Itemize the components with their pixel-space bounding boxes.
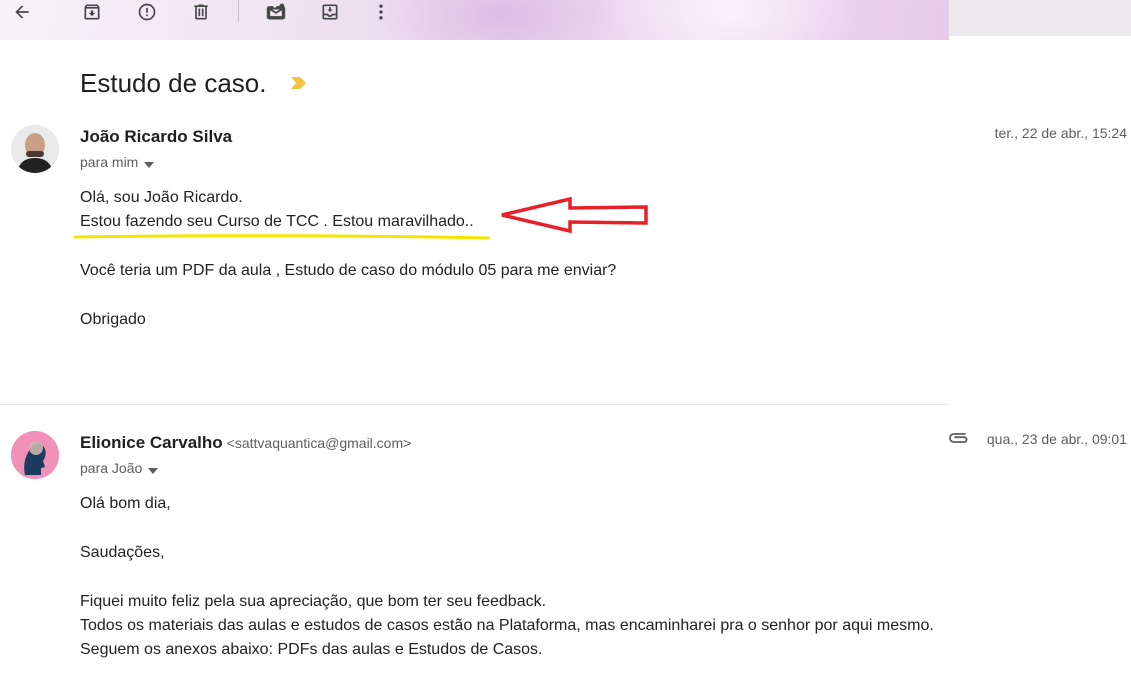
avatar[interactable]: [11, 125, 59, 173]
archive-icon[interactable]: [78, 0, 106, 24]
message-body-line: Obrigado: [80, 311, 146, 328]
recipient-details[interactable]: para João: [80, 460, 159, 477]
thread-subject: Estudo de caso.: [80, 68, 267, 98]
mark-unread-icon[interactable]: [262, 0, 290, 24]
recipient-label: para João: [80, 460, 143, 476]
message-body-line: Você teria um PDF da aula , Estudo de ca…: [80, 262, 617, 279]
importance-marker-icon[interactable]: [291, 76, 307, 90]
toolbar-separator: [238, 0, 239, 22]
sender-name[interactable]: Elionice Carvalho: [80, 433, 223, 452]
avatar[interactable]: [11, 431, 59, 479]
delete-icon[interactable]: [187, 0, 215, 24]
message-body-line: Olá, sou João Ricardo.: [80, 189, 243, 206]
back-arrow-icon[interactable]: [8, 0, 36, 24]
chevron-down-icon[interactable]: [144, 155, 155, 171]
toolbar-right-area: [949, 0, 1131, 36]
highlight-underline: [73, 234, 491, 240]
more-vert-icon[interactable]: [367, 0, 395, 24]
recipient-label: para mim: [80, 154, 139, 170]
message-date: ter., 22 de abr., 15:24: [994, 125, 1127, 141]
message-body-line: Todos os materiais das aulas e estudos d…: [80, 617, 934, 634]
message-body-line: Seguem os anexos abaixo: PDFs das aulas …: [80, 641, 543, 658]
message-sender[interactable]: João Ricardo Silva: [80, 127, 232, 147]
chevron-down-icon[interactable]: [148, 461, 159, 477]
recipient-details[interactable]: para mim: [80, 154, 155, 171]
message-body-line: Fiquei muito feliz pela sua apreciação, …: [80, 593, 547, 610]
sender-email: <sattvaquantica@gmail.com>: [226, 435, 412, 451]
message-sender[interactable]: Elionice Carvalho <sattvaquantica@gmail.c…: [80, 433, 411, 453]
attachment-icon: [948, 431, 970, 450]
sender-name[interactable]: João Ricardo Silva: [80, 127, 232, 146]
message-date: qua., 23 de abr., 09:01: [986, 431, 1127, 447]
move-to-icon[interactable]: [316, 0, 344, 24]
message-divider: [0, 404, 949, 405]
message-body-line: Olá bom dia,: [80, 495, 171, 512]
report-spam-icon[interactable]: [133, 0, 161, 24]
message-body-line: Estou fazendo seu Curso de TCC . Estou m…: [80, 213, 474, 230]
message-body-line: Saudações,: [80, 544, 165, 561]
red-arrow: [501, 196, 648, 234]
